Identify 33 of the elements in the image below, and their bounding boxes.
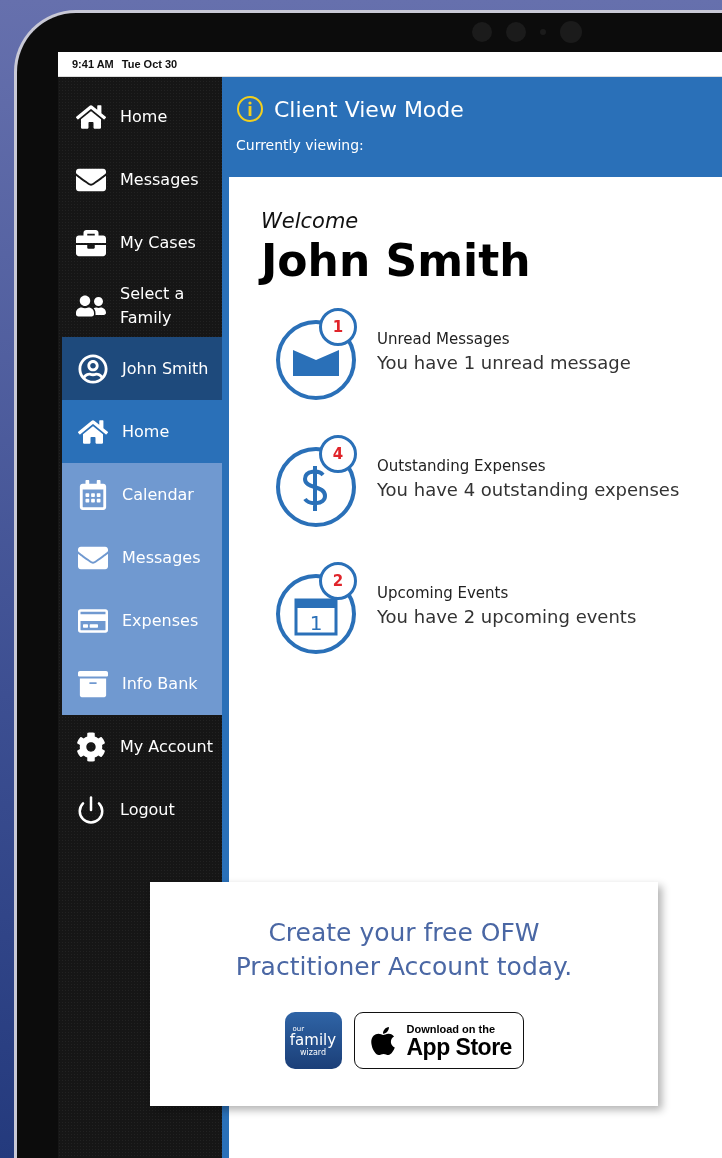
sidebar-item[interactable]: Messages bbox=[58, 148, 222, 211]
count-badge: 4 bbox=[319, 435, 357, 473]
count-badge: 1 bbox=[319, 308, 357, 346]
settings-icon bbox=[76, 731, 106, 762]
sidebar-item[interactable]: My Cases bbox=[58, 211, 222, 274]
calendar-icon bbox=[78, 479, 108, 510]
header-subtitle: Currently viewing: bbox=[236, 137, 365, 153]
briefcase-icon bbox=[76, 227, 106, 258]
summary-text: You have 2 upcoming events bbox=[377, 606, 637, 627]
cabinet-icon bbox=[78, 668, 108, 699]
sidebar-item[interactable]: Home bbox=[62, 400, 222, 463]
promo-headline: Practitioner Account today. bbox=[235, 951, 573, 983]
logo-text: wizard bbox=[299, 1047, 327, 1057]
status-time: 9:41 AM bbox=[72, 58, 114, 70]
summary-title: Upcoming Events bbox=[377, 584, 510, 602]
sidebar-item[interactable]: Home bbox=[58, 85, 222, 148]
info-icon bbox=[236, 95, 264, 123]
app-store-button[interactable]: Download on the App Store bbox=[353, 1012, 524, 1069]
sidebar-item[interactable]: My Account bbox=[58, 715, 222, 778]
summary-text: You have 1 unread message bbox=[377, 352, 631, 373]
promo-headline: Create your free OFW bbox=[268, 917, 540, 949]
logo-text: family bbox=[289, 1032, 337, 1048]
sidebar-item[interactable]: John Smith bbox=[62, 337, 222, 400]
welcome-text: Welcome bbox=[261, 209, 360, 233]
count-badge: 2 bbox=[319, 562, 357, 600]
power-icon bbox=[76, 794, 106, 825]
sidebar-item[interactable]: Logout bbox=[58, 778, 222, 841]
status-date: Tue Oct 30 bbox=[121, 58, 178, 70]
sidebar-item[interactable]: Select a Family bbox=[58, 274, 222, 337]
summary-title: Outstanding Expenses bbox=[377, 457, 547, 475]
summary-text: You have 4 outstanding expenses bbox=[377, 479, 680, 500]
header-title: Client View Mode bbox=[274, 96, 464, 122]
summary-title: Unread Messages bbox=[377, 330, 511, 348]
